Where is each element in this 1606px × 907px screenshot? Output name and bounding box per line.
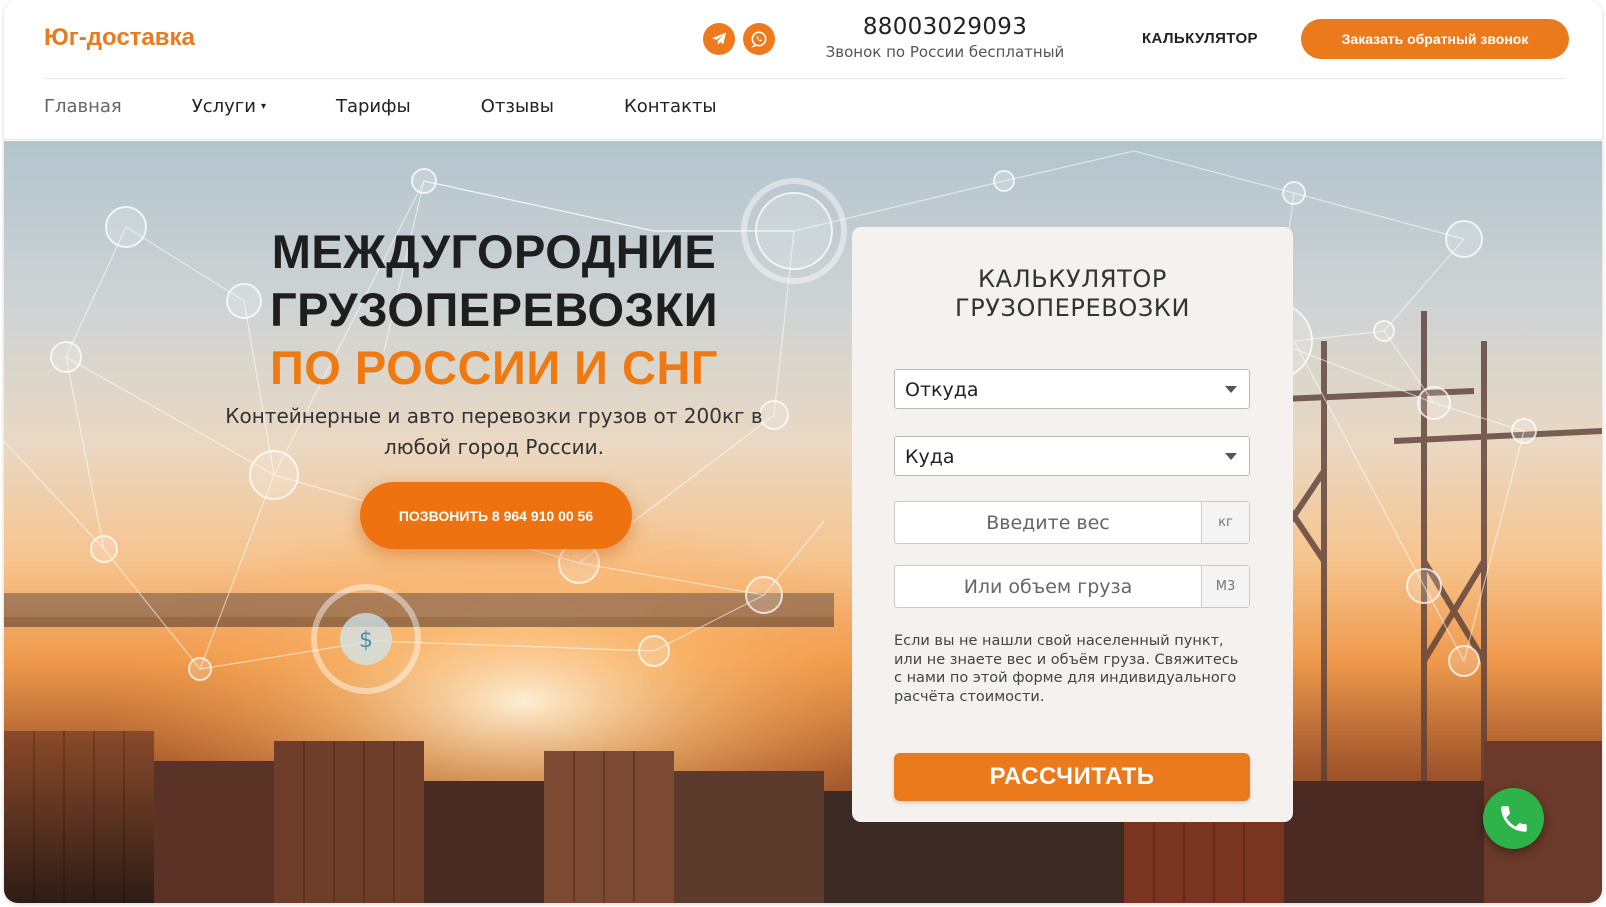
nav-item-label: Контакты [624, 96, 717, 117]
nav-item-label: Главная [44, 96, 122, 117]
nav-item-contacts[interactable]: Контакты [624, 96, 717, 117]
telegram-button[interactable] [703, 23, 735, 55]
svg-text:$: $ [359, 628, 373, 653]
calculator-title: КАЛЬКУЛЯТОР ГРУЗОПЕРЕВОЗКИ [852, 265, 1293, 323]
volume-field-group: М3 [894, 565, 1250, 608]
calculator-link[interactable]: КАЛЬКУЛЯТОР [1142, 30, 1258, 47]
chevron-down-icon [1225, 386, 1237, 393]
chevron-down-icon [1225, 453, 1237, 460]
hero-title-highlight: ПО РОССИИ И СНГ [269, 341, 719, 394]
whatsapp-icon [751, 31, 767, 48]
weight-unit: кг [1201, 502, 1249, 543]
callback-button[interactable]: Заказать обратный звонок [1301, 19, 1569, 59]
header-divider [44, 78, 1566, 79]
origin-select[interactable]: Откуда [894, 369, 1250, 409]
weight-field-group: кг [894, 501, 1250, 544]
origin-select-value: Откуда [905, 379, 979, 401]
hero-title: МЕЖДУГОРОДНИЕ ГРУЗОПЕРЕВОЗКИ ПО РОССИИ И… [224, 223, 764, 397]
weight-input[interactable] [895, 502, 1201, 543]
nav-item-label: Тарифы [335, 96, 411, 117]
page-frame: Юг-доставка 88003029093 Звонок по России… [4, 0, 1602, 903]
phone-icon [1500, 805, 1527, 832]
nav-item-label: Отзывы [480, 96, 554, 117]
header-phone: 88003029093 Звонок по России бесплатный [810, 14, 1080, 61]
hero-section: $ МЕЖДУГОРОДНИЕ ГРУЗОПЕРЕВОЗКИ ПО РОССИИ… [4, 141, 1602, 903]
hero-title-line: МЕЖДУГОРОДНИЕ [271, 225, 717, 278]
nav-item-home[interactable]: Главная [44, 96, 122, 117]
site-header: Юг-доставка 88003029093 Звонок по России… [4, 0, 1602, 140]
telegram-icon [711, 32, 727, 45]
site-logo[interactable]: Юг-доставка [44, 24, 195, 52]
calculate-button[interactable]: РАССЧИТАТЬ [894, 753, 1250, 801]
calculator-title-line: ГРУЗОПЕРЕВОЗКИ [955, 294, 1190, 322]
calculator-title-line: КАЛЬКУЛЯТОР [978, 265, 1167, 293]
caret-down-icon: ▾ [260, 101, 266, 112]
phone-note: Звонок по России бесплатный [825, 43, 1065, 61]
freight-calculator: КАЛЬКУЛЯТОР ГРУЗОПЕРЕВОЗКИ Откуда Куда к… [852, 227, 1293, 822]
hero-subtitle: Контейнерные и авто перевозки грузов от … [225, 404, 763, 459]
nav-item-label: Услуги [191, 96, 256, 117]
floating-call-button[interactable] [1483, 788, 1544, 849]
volume-unit: М3 [1201, 566, 1249, 607]
nav-item-tariffs[interactable]: Тарифы [336, 96, 411, 117]
main-nav: Главная Услуги ▾ Тарифы Отзывы Контакты [44, 96, 787, 117]
destination-select-value: Куда [905, 446, 955, 468]
call-now-button[interactable]: ПОЗВОНИТЬ 8 964 910 00 56 [360, 482, 632, 549]
whatsapp-button[interactable] [743, 23, 775, 55]
nav-item-reviews[interactable]: Отзывы [481, 96, 554, 117]
volume-input[interactable] [895, 566, 1201, 607]
calculator-note: Если вы не нашли свой населенный пункт, … [894, 633, 1239, 705]
phone-number[interactable]: 88003029093 [810, 14, 1080, 40]
nav-item-services[interactable]: Услуги ▾ [192, 96, 266, 117]
hero-title-line: ГРУЗОПЕРЕВОЗКИ [269, 283, 719, 336]
destination-select[interactable]: Куда [894, 436, 1250, 476]
